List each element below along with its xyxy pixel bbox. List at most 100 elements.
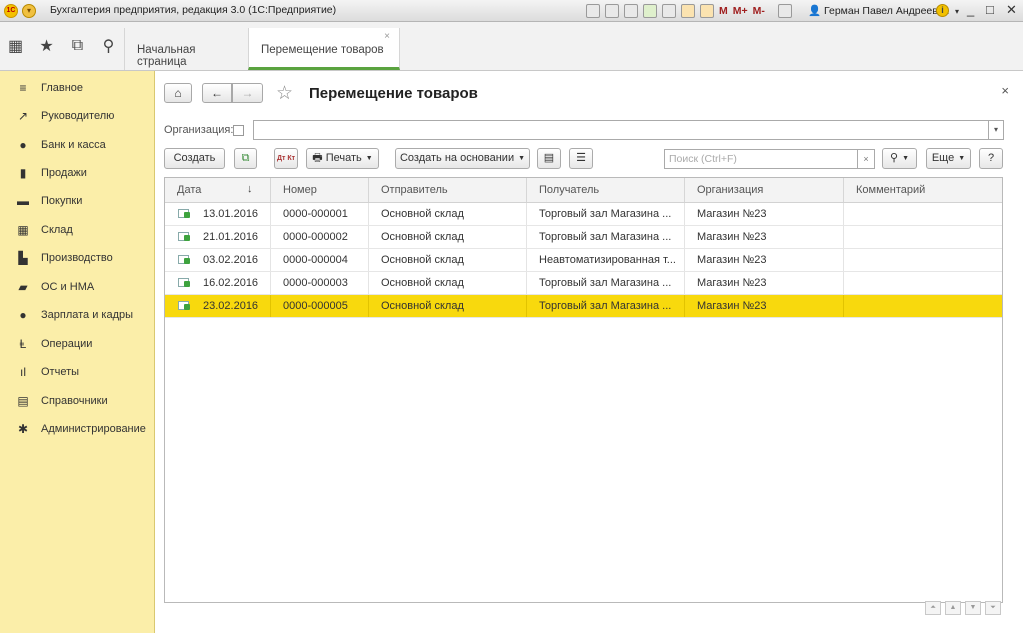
close-form-button[interactable]: × bbox=[1001, 83, 1009, 98]
minimize-button[interactable]: _ bbox=[967, 2, 974, 17]
sidebar-item-main[interactable]: ≡ Главное bbox=[0, 78, 155, 98]
sidebar-item-salary[interactable]: ● Зарплата и кадры bbox=[0, 305, 155, 325]
sidebar-item-operations[interactable]: Ⱡ Операции bbox=[0, 334, 155, 354]
sidebar-item-catalogs[interactable]: ▤ Справочники bbox=[0, 391, 155, 411]
cell-sender: Основной склад bbox=[369, 226, 527, 248]
maximize-button[interactable]: □ bbox=[986, 2, 994, 17]
favorite-icon[interactable] bbox=[643, 4, 657, 18]
coin-icon: ● bbox=[19, 138, 27, 152]
copy-button[interactable]: ⧉ bbox=[234, 148, 257, 169]
sidebar-item-warehouse[interactable]: ▦ Склад bbox=[0, 220, 155, 240]
favorites-star-icon[interactable]: ★ bbox=[31, 36, 62, 56]
home-icon: ⌂ bbox=[174, 86, 182, 100]
cell-sender: Основной склад bbox=[369, 203, 527, 225]
search-icon[interactable]: ⚲ bbox=[93, 36, 124, 56]
sidebar-item-manager[interactable]: ↗ Руководителю bbox=[0, 106, 155, 126]
create-button[interactable]: Создать bbox=[164, 148, 225, 169]
scroll-top-button[interactable]: ⏶ bbox=[925, 601, 941, 615]
more-label: Еще bbox=[931, 152, 955, 164]
table-row[interactable]: 03.02.2016 0000-000004 Основной склад Не… bbox=[165, 249, 1002, 272]
tab-close-icon[interactable]: × bbox=[384, 31, 390, 42]
column-number[interactable]: Номер bbox=[271, 178, 369, 202]
table-row[interactable]: 21.01.2016 0000-000002 Основной склад То… bbox=[165, 226, 1002, 249]
more-button[interactable]: Еще ▼ bbox=[926, 148, 971, 169]
scroll-up-button[interactable]: ▲ bbox=[945, 601, 961, 615]
tab-goods-transfer[interactable]: Перемещение товаров × bbox=[248, 28, 400, 70]
organization-dropdown-button[interactable]: ▾ bbox=[989, 120, 1004, 140]
tab-home[interactable]: Начальная страница bbox=[124, 28, 248, 70]
main-menu-icon[interactable]: ▾ bbox=[22, 4, 36, 18]
cell-date: 23.02.2016 bbox=[165, 295, 271, 317]
scroll-bottom-button[interactable]: ⏷ bbox=[985, 601, 1001, 615]
table-header: Дата ↓ Номер Отправитель Получатель Орган… bbox=[165, 178, 1002, 203]
favorite-star-icon[interactable]: ☆ bbox=[276, 82, 293, 105]
scroll-down-button[interactable]: ▼ bbox=[965, 601, 981, 615]
back-button[interactable]: ← bbox=[202, 83, 232, 103]
sidebar-item-fixed-assets[interactable]: ▰ ОС и НМА bbox=[0, 277, 155, 297]
cell-comment bbox=[844, 203, 1002, 225]
sidebar-item-reports[interactable]: ıl Отчеты bbox=[0, 362, 155, 382]
column-receiver[interactable]: Получатель bbox=[527, 178, 685, 202]
history-icon[interactable]: ⧉ bbox=[62, 37, 93, 55]
info-icon[interactable]: i bbox=[936, 4, 949, 17]
print-label: Печать bbox=[325, 152, 362, 164]
forward-button[interactable]: → bbox=[232, 83, 263, 103]
column-comment[interactable]: Комментарий bbox=[844, 178, 1002, 202]
sidebar-item-label: Продажи bbox=[41, 167, 87, 179]
sidebar-item-production[interactable]: ▙ Производство bbox=[0, 248, 155, 268]
home-button[interactable]: ⌂ bbox=[164, 83, 192, 103]
search-button[interactable]: ⚲ ▼ bbox=[882, 148, 917, 169]
create-based-label: Создать на основании bbox=[399, 152, 515, 164]
close-window-button[interactable]: ✕ bbox=[1006, 2, 1017, 18]
link-icon[interactable] bbox=[662, 4, 676, 18]
printer-icon: 🖶 bbox=[312, 152, 323, 164]
memory-minus-button[interactable]: M- bbox=[753, 5, 765, 17]
sidebar-item-sales[interactable]: ▮ Продажи bbox=[0, 163, 155, 183]
calendar-icon[interactable] bbox=[700, 4, 714, 18]
sections-grid-icon[interactable]: ▦ bbox=[0, 36, 31, 56]
table-row[interactable]: 16.02.2016 0000-000003 Основной склад То… bbox=[165, 272, 1002, 295]
calculator-icon[interactable] bbox=[681, 4, 695, 18]
panels-icon[interactable] bbox=[777, 4, 792, 18]
save-icon[interactable] bbox=[586, 4, 600, 18]
list-button[interactable]: ☰ bbox=[569, 148, 593, 169]
organization-label: Организация: bbox=[164, 124, 234, 136]
chevron-down-icon: ▼ bbox=[518, 155, 526, 162]
cell-receiver: Торговый зал Магазина ... bbox=[527, 295, 685, 317]
list-icon: ☰ bbox=[576, 152, 586, 164]
column-organization[interactable]: Организация bbox=[685, 178, 844, 202]
organization-field[interactable] bbox=[253, 120, 989, 140]
column-date[interactable]: Дата ↓ bbox=[165, 178, 271, 202]
info-dropdown-icon[interactable]: ▾ bbox=[955, 7, 959, 16]
preview-icon[interactable] bbox=[624, 4, 638, 18]
table-row-selected[interactable]: 23.02.2016 0000-000005 Основной склад То… bbox=[165, 295, 1002, 318]
search-input[interactable]: Поиск (Ctrl+F) bbox=[664, 149, 858, 169]
posting-button[interactable]: Дт Кт bbox=[274, 148, 298, 169]
document-button[interactable]: ▤ bbox=[537, 148, 561, 169]
bar-chart-icon: ıl bbox=[20, 365, 26, 379]
current-user[interactable]: 👤 Герман Павел Андреевич bbox=[808, 4, 949, 17]
cell-sender: Основной склад bbox=[369, 295, 527, 317]
cell-date: 16.02.2016 bbox=[165, 272, 271, 294]
memory-plus-button[interactable]: M+ bbox=[733, 5, 748, 17]
organization-filter-checkbox[interactable] bbox=[233, 125, 244, 136]
column-sender[interactable]: Отправитель bbox=[369, 178, 527, 202]
documents-table[interactable]: Дата ↓ Номер Отправитель Получатель Орган… bbox=[164, 177, 1003, 603]
chevron-down-icon: ▼ bbox=[958, 155, 966, 162]
create-based-on-button[interactable]: Создать на основании ▼ bbox=[395, 148, 530, 169]
sidebar-item-label: ОС и НМА bbox=[41, 281, 95, 293]
cell-number: 0000-000004 bbox=[271, 249, 369, 271]
quick-icons: ▦ ★ ⧉ ⚲ bbox=[0, 22, 124, 70]
print-icon[interactable] bbox=[605, 4, 619, 18]
sidebar-item-label: Зарплата и кадры bbox=[41, 309, 134, 321]
search-clear-button[interactable]: × bbox=[858, 149, 875, 169]
cart-icon: ▬ bbox=[17, 194, 29, 208]
memory-button[interactable]: M bbox=[719, 5, 728, 17]
print-button[interactable]: 🖶 Печать ▼ bbox=[306, 148, 379, 169]
sidebar-item-purchases[interactable]: ▬ Покупки bbox=[0, 191, 155, 211]
sidebar-item-bank[interactable]: ● Банк и касса bbox=[0, 135, 155, 155]
cell-organization: Магазин №23 bbox=[685, 295, 844, 317]
sidebar-item-administration[interactable]: ✱ Администрирование bbox=[0, 419, 155, 439]
help-button[interactable]: ? bbox=[979, 148, 1003, 169]
table-row[interactable]: 13.01.2016 0000-000001 Основной склад То… bbox=[165, 203, 1002, 226]
